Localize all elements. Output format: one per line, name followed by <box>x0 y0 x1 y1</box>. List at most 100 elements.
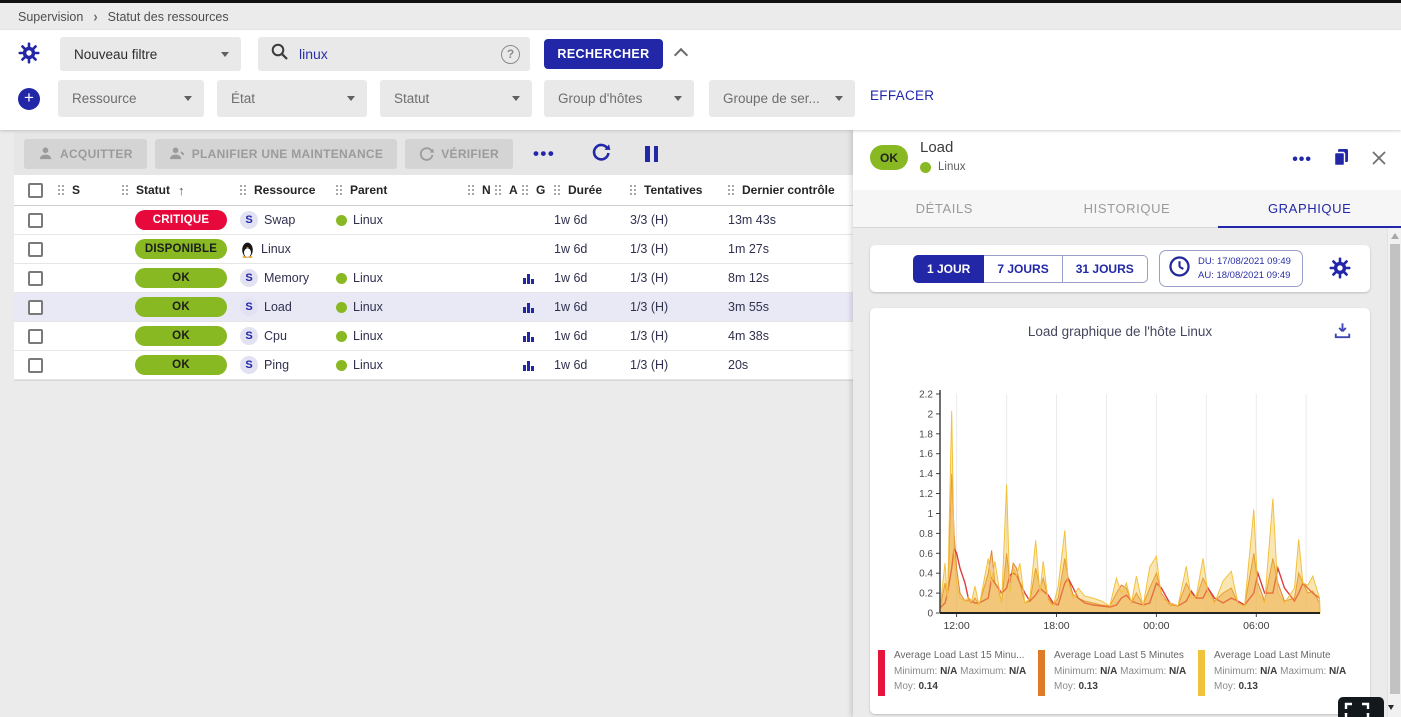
pause-icon[interactable] <box>645 146 658 162</box>
panel-scrollbar[interactable] <box>1387 228 1401 717</box>
graph-cell[interactable] <box>522 359 554 372</box>
table-row-ping[interactable]: OK S Ping Linux 1w 6d 1/3 (H) 20s <box>14 351 854 380</box>
drag-handle-icon[interactable] <box>630 184 638 196</box>
collapse-filters-chevron-up-icon[interactable] <box>674 48 688 62</box>
clear-filters-button[interactable]: EFFACER <box>870 88 934 103</box>
filter-select-servicegroup[interactable]: Groupe de ser... <box>709 80 855 117</box>
resource-cell[interactable]: Linux <box>240 241 336 258</box>
column-header-dernier contrôle[interactable]: Dernier contrôle <box>728 183 854 197</box>
tab-details[interactable]: DÉTAILS <box>853 190 1036 227</box>
table-row-swap[interactable]: CRITIQUE S Swap Linux 1w 6d 3/3 (H) 13m … <box>14 206 854 235</box>
select-all-checkbox[interactable] <box>28 183 43 198</box>
search-box[interactable]: ? <box>258 37 530 71</box>
sort-asc-icon[interactable]: ↑ <box>178 183 185 198</box>
filter-select-resource[interactable]: Ressource <box>58 80 204 117</box>
download-graph-icon[interactable] <box>1333 321 1352 345</box>
chevron-down-icon <box>674 96 682 101</box>
table-row-memory[interactable]: OK S Memory Linux 1w 6d 1/3 (H) 8m 12s <box>14 264 854 293</box>
duration-cell: 1w 6d <box>554 329 630 343</box>
drag-handle-icon[interactable] <box>522 184 530 196</box>
drag-handle-icon[interactable] <box>336 184 344 196</box>
column-header-s[interactable]: S <box>58 183 122 197</box>
legend-item[interactable]: Average Load Last 5 Minutes Minimum: N/A… <box>1038 648 1198 696</box>
add-criteria-button[interactable]: + <box>18 88 40 110</box>
refresh-icon[interactable] <box>591 142 611 166</box>
resource-name: Memory <box>264 271 309 285</box>
breadcrumb-item-resource-status[interactable]: Statut des ressources <box>108 10 229 24</box>
graph-cell[interactable] <box>522 272 554 285</box>
drag-handle-icon[interactable] <box>728 184 736 196</box>
close-panel-icon[interactable] <box>1371 150 1387 171</box>
row-checkbox[interactable] <box>28 358 43 373</box>
check-button[interactable]: VÉRIFIER <box>405 139 513 169</box>
column-header-statut[interactable]: Statut ↑ <box>122 183 240 198</box>
drag-handle-icon[interactable] <box>554 184 562 196</box>
graph-cell[interactable] <box>522 301 554 314</box>
legend-item[interactable]: Average Load Last 15 Minu... Minimum: N/… <box>878 648 1038 696</box>
column-header-n[interactable]: N <box>468 183 495 197</box>
column-header-a[interactable]: A <box>495 183 522 197</box>
tab-history[interactable]: HISTORIQUE <box>1036 190 1219 227</box>
column-header-parent[interactable]: Parent <box>336 183 468 197</box>
table-body: CRITIQUE S Swap Linux 1w 6d 3/3 (H) 13m … <box>14 206 854 380</box>
table-row-cpu[interactable]: OK S Cpu Linux 1w 6d 1/3 (H) 4m 38s <box>14 322 854 351</box>
saved-filter-select[interactable]: Nouveau filtre <box>60 37 241 71</box>
column-header-tentatives[interactable]: Tentatives <box>630 183 728 197</box>
resource-cell[interactable]: S Ping <box>240 356 336 374</box>
parent-cell[interactable]: Linux <box>336 213 468 227</box>
drag-handle-icon[interactable] <box>122 184 130 196</box>
svg-text:18:00: 18:00 <box>1043 620 1069 632</box>
panel-title: Load <box>920 139 953 156</box>
graph-available-icon <box>522 272 535 285</box>
filter-settings-gear-icon[interactable] <box>17 41 41 65</box>
drag-handle-icon[interactable] <box>468 184 476 196</box>
resource-cell[interactable]: S Cpu <box>240 327 336 345</box>
more-actions-icon[interactable]: ••• <box>533 144 555 164</box>
svg-text:1.2: 1.2 <box>919 489 933 500</box>
breadcrumb-item-supervision[interactable]: Supervision <box>18 10 83 24</box>
table-row-load[interactable]: OK S Load Linux 1w 6d 1/3 (H) 3m 55s <box>14 293 854 322</box>
resource-cell[interactable]: S Load <box>240 298 336 316</box>
range-button-1-jour[interactable]: 1 JOUR <box>913 255 984 283</box>
parent-cell[interactable]: Linux <box>336 329 468 343</box>
parent-cell[interactable]: Linux <box>336 358 468 372</box>
range-button-31-jours[interactable]: 31 JOURS <box>1062 255 1148 283</box>
parent-cell[interactable]: Linux <box>336 300 468 314</box>
row-checkbox[interactable] <box>28 242 43 257</box>
tab-graph[interactable]: GRAPHIQUE <box>1218 190 1401 227</box>
scrollbar-thumb[interactable] <box>1390 244 1400 694</box>
graph-settings-gear-icon[interactable] <box>1328 256 1352 280</box>
filter-select-hostgroup[interactable]: Group d'hôtes <box>544 80 694 117</box>
drag-handle-icon[interactable] <box>495 184 503 196</box>
filter-select-state[interactable]: État <box>217 80 367 117</box>
scroll-up-arrow-icon[interactable] <box>1391 233 1399 239</box>
acknowledge-button[interactable]: ACQUITTER <box>24 139 147 169</box>
table-row-linux[interactable]: DISPONIBLE Linux 1w 6d 1/3 (H) 1m 27s <box>14 235 854 264</box>
column-header-g[interactable]: G <box>522 183 554 197</box>
parent-cell[interactable]: Linux <box>336 271 468 285</box>
copy-link-icon[interactable] <box>1333 148 1350 172</box>
search-button[interactable]: RECHERCHER <box>544 39 663 69</box>
resource-cell[interactable]: S Swap <box>240 211 336 229</box>
filter-select-label: Group d'hôtes <box>558 91 642 106</box>
search-help-icon[interactable]: ? <box>501 45 520 64</box>
row-checkbox[interactable] <box>28 329 43 344</box>
drag-handle-icon[interactable] <box>240 184 248 196</box>
drag-handle-icon[interactable] <box>58 184 66 196</box>
resource-cell[interactable]: S Memory <box>240 269 336 287</box>
row-checkbox[interactable] <box>28 271 43 286</box>
row-checkbox[interactable] <box>28 213 43 228</box>
filter-select-status[interactable]: Statut <box>380 80 532 117</box>
legend-item[interactable]: Average Load Last Minute Minimum: N/A Ma… <box>1198 648 1358 696</box>
row-checkbox[interactable] <box>28 300 43 315</box>
graph-cell[interactable] <box>522 330 554 343</box>
screen-capture-indicator <box>1338 697 1396 717</box>
filter-select-label: Statut <box>394 91 429 106</box>
panel-more-icon[interactable]: ••• <box>1292 152 1312 168</box>
column-header-durée[interactable]: Durée <box>554 183 630 197</box>
schedule-maintenance-button[interactable]: PLANIFIER UNE MAINTENANCE <box>155 139 398 169</box>
date-range-picker[interactable]: DU: 17/08/2021 09:49 AU: 18/08/2021 09:4… <box>1159 250 1303 287</box>
range-button-7-jours[interactable]: 7 JOURS <box>983 255 1062 283</box>
column-header-ressource[interactable]: Ressource <box>240 183 336 197</box>
search-input[interactable] <box>299 46 491 62</box>
